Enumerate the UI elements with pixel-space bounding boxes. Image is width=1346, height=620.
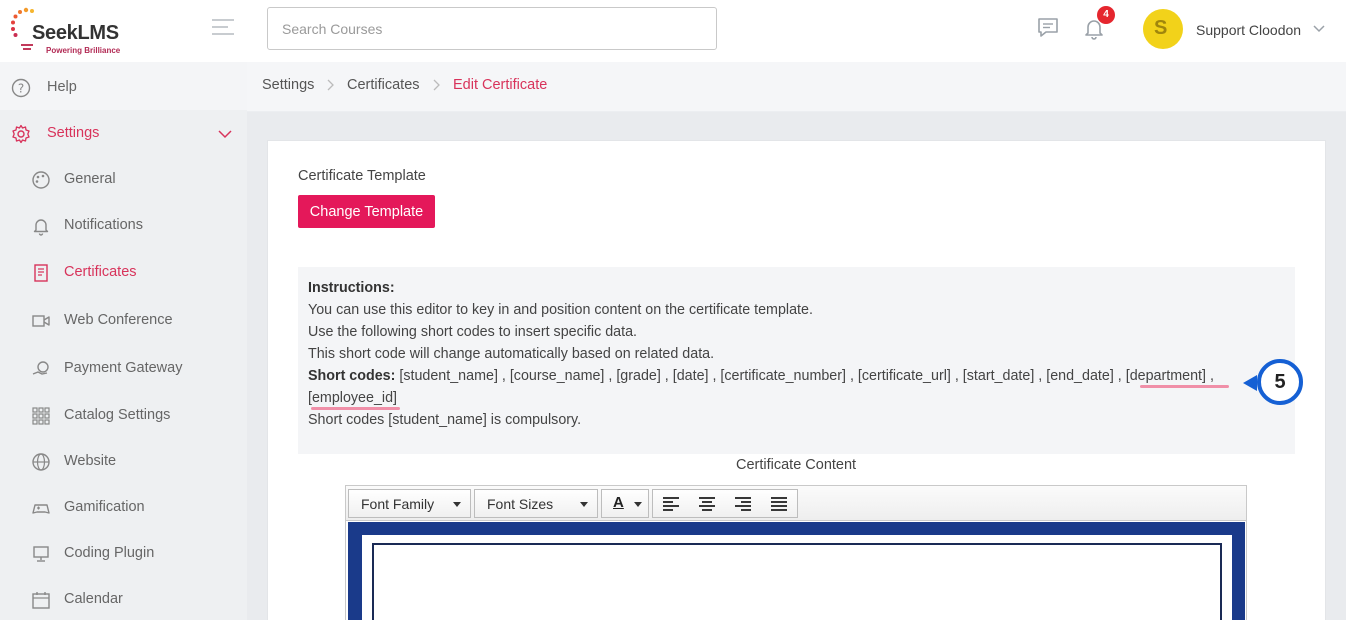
breadcrumb-edit-certificate: Edit Certificate	[453, 77, 548, 93]
sidebar-item-label: Coding Plugin	[64, 545, 155, 561]
seeklms-logo[interactable]: SeekLMS Powering Brilliance	[10, 6, 130, 58]
chevron-right-icon	[327, 79, 334, 91]
top-header: SeekLMS Powering Brilliance 4 S Support …	[0, 0, 1346, 62]
palette-icon	[32, 171, 50, 189]
alignment-group	[652, 489, 798, 518]
certificate-template-preview[interactable]	[348, 522, 1245, 620]
help-icon: ?	[11, 78, 31, 98]
chevron-down-icon[interactable]	[1312, 22, 1326, 36]
sidebar-item-certificates[interactable]: Certificates	[0, 251, 247, 295]
chevron-right-icon	[433, 79, 440, 91]
menu-toggle-icon[interactable]	[212, 19, 236, 39]
breadcrumb: Settings Certificates Edit Certificate	[247, 62, 1346, 112]
calendar-icon	[32, 592, 50, 609]
editor-toolbar: Font Family Font Sizes A	[346, 486, 1246, 521]
align-left-icon[interactable]	[653, 490, 689, 517]
video-icon	[32, 315, 50, 327]
align-center-icon[interactable]	[689, 490, 725, 517]
logo-tagline: Powering Brilliance	[46, 46, 121, 55]
certificate-inner-border	[372, 543, 1222, 620]
sidebar-item-coding-plugin[interactable]: Coding Plugin	[0, 532, 247, 576]
highlight-underline-employee-id	[311, 407, 400, 410]
caret-down-icon	[634, 502, 642, 507]
sidebar-item-notifications[interactable]: Notifications	[0, 204, 247, 248]
sidebar-item-website[interactable]: Website	[0, 440, 247, 484]
instructions-line: You can use this editor to key in and po…	[308, 302, 813, 318]
sidebar-item-label: Gamification	[64, 499, 145, 515]
certificate-inner-area	[362, 535, 1232, 620]
sidebar-item-catalog-settings[interactable]: Catalog Settings	[0, 394, 247, 438]
sidebar-item-general[interactable]: General	[0, 158, 247, 202]
highlight-underline-department	[1140, 385, 1229, 388]
sidebar: ? Help Settings General Notifications Ce…	[0, 62, 247, 620]
sidebar-item-label: Payment Gateway	[64, 360, 183, 376]
align-right-icon[interactable]	[725, 490, 761, 517]
sidebar-item-gamification[interactable]: Gamification	[0, 486, 247, 530]
code-employee-id: [employee_id]	[308, 390, 398, 406]
instructions-line: Use the following short codes to insert …	[308, 324, 637, 340]
sidebar-item-settings[interactable]: Settings	[0, 112, 247, 156]
payment-icon	[32, 361, 49, 375]
sidebar-item-calendar[interactable]: Calendar	[0, 578, 247, 620]
step-number-callout: 5	[1257, 359, 1303, 405]
certificate-template-label: Certificate Template	[298, 168, 426, 184]
notification-badge: 4	[1097, 6, 1115, 24]
bell-icon	[33, 219, 49, 236]
monitor-icon	[33, 546, 49, 562]
certificate-content-label: Certificate Content	[736, 457, 857, 473]
text-color-button[interactable]: A	[601, 489, 649, 518]
sidebar-item-label: Website	[64, 453, 117, 469]
font-family-select[interactable]: Font Family	[348, 489, 471, 518]
sidebar-item-label: Notifications	[64, 217, 143, 233]
logo-brand: SeekLMS	[32, 22, 119, 44]
breadcrumb-settings[interactable]: Settings	[262, 77, 314, 93]
avatar[interactable]: S	[1143, 9, 1183, 49]
sidebar-item-web-conference[interactable]: Web Conference	[0, 299, 247, 343]
step-pointer-arrow	[1243, 375, 1257, 391]
text-color-glyph: A	[613, 494, 624, 511]
certificate-icon	[34, 264, 48, 282]
sidebar-item-label: Web Conference	[64, 312, 173, 328]
sidebar-item-payment-gateway[interactable]: Payment Gateway	[0, 347, 247, 391]
avatar-letter: S	[1154, 17, 1168, 39]
sidebar-item-label: Catalog Settings	[64, 407, 171, 423]
short-codes-line: Short codes: [student_name] , [course_na…	[308, 368, 1214, 384]
code-department: [department]	[1125, 368, 1207, 384]
sidebar-item-label: General	[64, 171, 116, 187]
sidebar-item-label: Help	[47, 79, 77, 95]
search-input[interactable]	[267, 7, 717, 50]
instructions-heading: Instructions:	[308, 280, 395, 296]
globe-icon	[32, 453, 50, 471]
sidebar-item-help[interactable]: ? Help	[0, 66, 247, 110]
user-name[interactable]: Support Cloodon	[1196, 22, 1301, 38]
instructions-line: This short code will change automaticall…	[308, 346, 715, 362]
instructions-box: Instructions: You can use this editor to…	[298, 267, 1295, 454]
sidebar-item-label: Calendar	[64, 591, 123, 607]
gamepad-icon	[32, 504, 50, 514]
svg-text:?: ?	[18, 82, 24, 96]
breadcrumb-certificates[interactable]: Certificates	[347, 77, 420, 93]
gear-icon	[12, 124, 30, 144]
change-template-button[interactable]: Change Template	[298, 195, 435, 228]
align-justify-icon[interactable]	[761, 490, 797, 517]
sidebar-item-label: Settings	[47, 125, 100, 141]
chat-icon[interactable]	[1036, 17, 1060, 39]
sidebar-item-label: Certificates	[64, 264, 137, 280]
chevron-down-icon[interactable]	[217, 128, 233, 140]
compulsory-note: Short codes [student_name] is compulsory…	[308, 412, 582, 428]
grid-icon	[32, 407, 50, 425]
font-sizes-select[interactable]: Font Sizes	[474, 489, 598, 518]
certificate-editor[interactable]: Font Family Font Sizes A	[345, 485, 1247, 620]
